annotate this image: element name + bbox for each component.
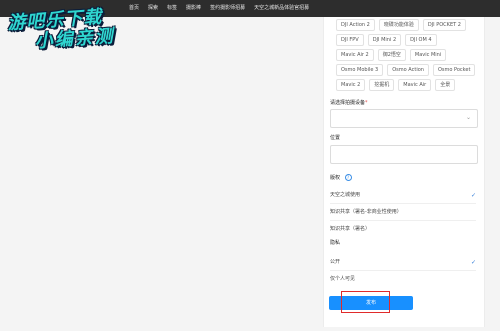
license-option-label: 知识共享（署名）	[330, 226, 371, 232]
device-chip[interactable]: 御2悟空	[377, 49, 406, 61]
license-option-skycity[interactable]: 天空之城使用 ✓	[330, 189, 476, 202]
nav-tags[interactable]: 标签	[167, 4, 177, 12]
device-select-label-text: 请选择拍摄设备	[330, 100, 366, 106]
privacy-option-label: 仅个人可见	[330, 276, 356, 282]
license-option-cc-by[interactable]: 知识共享（署名）	[330, 223, 476, 236]
device-select-label: 请选择拍摄设备*	[330, 100, 368, 106]
device-chip[interactable]: Mavic Air 2	[336, 49, 374, 61]
device-chip[interactable]: DJI FPV	[336, 34, 364, 46]
device-chip[interactable]: Mavic Mini	[409, 49, 447, 61]
license-option-cc-by-nc[interactable]: 知识共享（署名-非商业性使用）	[330, 206, 476, 219]
divider	[330, 203, 476, 204]
divider	[330, 220, 476, 221]
nav-photo-stick[interactable]: 摄影棒	[186, 4, 201, 12]
publish-button[interactable]: 发布	[329, 296, 413, 310]
device-chip[interactable]: Osmo Action	[387, 64, 429, 76]
nav-menu: 首页 探索 标签 摄影棒 签约摄影师招募 天空之城新品体验官招募	[129, 4, 309, 12]
license-option-label: 天空之城使用	[330, 192, 361, 198]
nav-experience-officer-recruit[interactable]: 天空之城新品体验官招募	[254, 4, 309, 12]
privacy-option-private[interactable]: 仅个人可见	[330, 273, 476, 286]
device-chip-list: DJI Action 2 晓碟功能体验 DJI POCKET 2 DJI FPV…	[336, 19, 476, 91]
location-input[interactable]	[330, 145, 478, 164]
device-chip[interactable]: DJI OM 4	[405, 34, 437, 46]
license-label: 版权 ?	[330, 174, 352, 181]
nav-photographer-recruit[interactable]: 签约摄影师招募	[210, 4, 245, 12]
nav-home[interactable]: 首页	[129, 4, 139, 12]
device-chip[interactable]: 全景	[435, 79, 456, 91]
device-chip[interactable]: 挖掘机	[369, 79, 395, 91]
device-chip[interactable]: DJI POCKET 2	[422, 19, 466, 31]
required-asterisk: *	[365, 100, 368, 106]
device-chip[interactable]: Osmo Mobile 3	[336, 64, 384, 76]
privacy-label: 隐私	[330, 240, 341, 246]
top-nav-bar: 首页 探索 标签 摄影棒 签约摄影师招募 天空之城新品体验官招募	[0, 0, 500, 17]
device-chip[interactable]: DJI Action 2	[336, 19, 375, 31]
license-option-label: 知识共享（署名-非商业性使用）	[330, 209, 402, 215]
device-select[interactable]: ⌄	[330, 109, 478, 128]
check-icon: ✓	[470, 259, 476, 266]
privacy-option-public[interactable]: 公开 ✓	[330, 256, 476, 269]
device-chip[interactable]: Mavic 2	[336, 79, 366, 91]
help-icon[interactable]: ?	[344, 174, 352, 181]
chevron-down-icon: ⌄	[465, 114, 471, 121]
privacy-option-label: 公开	[330, 259, 341, 265]
device-chip[interactable]: 晓碟功能体验	[378, 19, 419, 31]
license-label-text: 版权	[330, 175, 341, 181]
upload-form-panel: DJI Action 2 晓碟功能体验 DJI POCKET 2 DJI FPV…	[323, 17, 485, 327]
device-chip[interactable]: Osmo Pocket	[432, 64, 476, 76]
nav-explore[interactable]: 探索	[148, 4, 158, 12]
device-chip[interactable]: DJI Mini 2	[367, 34, 402, 46]
watermark-line-2: 小编亲测	[34, 25, 116, 53]
check-icon: ✓	[470, 192, 476, 199]
divider	[330, 270, 476, 271]
location-label: 位置	[330, 135, 341, 141]
device-chip[interactable]: Mavic Air	[398, 79, 432, 91]
